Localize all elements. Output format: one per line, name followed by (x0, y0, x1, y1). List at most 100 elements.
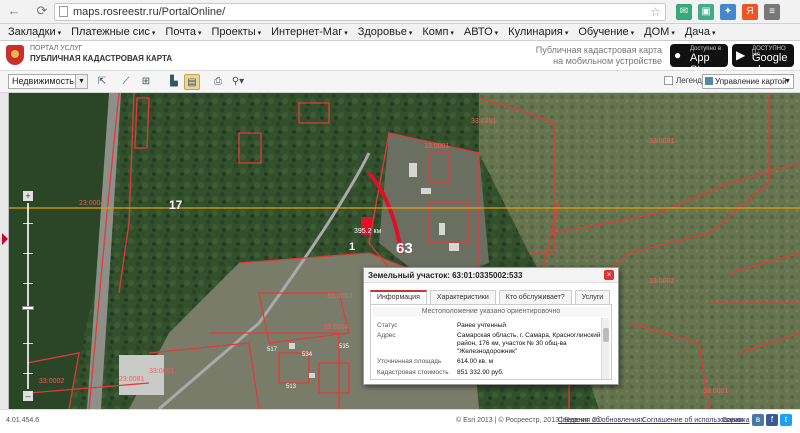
bookmark-folder[interactable]: Закладки ▾ (8, 26, 61, 38)
map-label: 33:0002 (649, 278, 674, 285)
bookmark-folder[interactable]: Кулинария ▾ (508, 26, 568, 38)
ruler-tool-icon[interactable]: ▙ (166, 74, 182, 90)
info-value: 851 332.90 руб. (457, 369, 504, 376)
bookmark-label: Здоровье (357, 26, 407, 38)
close-icon[interactable]: × (604, 270, 614, 280)
zoom-out-button[interactable]: – (23, 391, 33, 401)
map-label: 33:0003 (327, 293, 352, 300)
map-label: 517 (267, 347, 278, 353)
twitter-icon[interactable]: t (780, 414, 792, 426)
select-tool-icon[interactable]: ⇱ (94, 74, 110, 90)
identify-tool-icon[interactable]: ⊞ (138, 74, 154, 90)
map-label: 33:0001 (149, 368, 174, 375)
link-icon[interactable]: ⚲▾ (230, 74, 246, 90)
chevron-down-icon: ▾ (344, 30, 348, 37)
mobile-promo-line: на мобильном устройстве (553, 56, 662, 66)
parcel-info-popup: Земельный участок: 63:01:0335002:533 × И… (363, 267, 619, 385)
scroll-thumb[interactable] (603, 328, 609, 342)
bookmark-folder[interactable]: Здоровье ▾ (358, 26, 413, 38)
bookmark-label: Почта (165, 26, 196, 38)
zoom-track[interactable] (23, 203, 33, 389)
legend-toggle[interactable]: Легенда (664, 76, 706, 86)
mobile-promo-line: Публичная кадастровая карта (535, 45, 662, 55)
info-tool-icon[interactable]: ▤ (184, 74, 200, 90)
footer: 4.01.454.6 © Esri 2013 | © Росреестр, 20… (0, 409, 800, 433)
bookmark-folder[interactable]: Интернет-Маг ▾ (271, 26, 348, 38)
portal-title[interactable]: ПУБЛИЧНАЯ КАДАСТРОВАЯ КАРТА (30, 54, 172, 63)
google-play-button[interactable]: ▶ ДОСТУПНО НА Google play (732, 44, 794, 76)
bookmark-folder[interactable]: Комп ▾ (422, 26, 454, 38)
map-label: 33:0091 (649, 138, 674, 145)
map-control-select[interactable]: Управление картой ▼ (702, 74, 794, 89)
map-label: 395.2 км (354, 228, 382, 235)
app-store-button[interactable]: ● Доступно в App Store (670, 44, 728, 76)
coat-of-arms-logo (6, 45, 24, 65)
info-value: 614.00 кв. м (457, 358, 494, 365)
print-icon[interactable]: ⎙ (210, 74, 226, 90)
bookmark-folder[interactable]: ДОМ ▾ (644, 26, 675, 38)
zoom-thumb[interactable] (22, 306, 34, 310)
side-panel-toggle[interactable] (0, 93, 9, 409)
bookmark-folder[interactable]: Почта ▾ (165, 26, 201, 38)
bookmark-label: Проекты (211, 26, 256, 38)
chevron-down-icon: ▾ (630, 30, 635, 37)
chevron-down-icon: ▾ (712, 30, 716, 37)
vk-icon[interactable]: в (752, 414, 764, 426)
layer-select[interactable]: Недвижимость ▼ (8, 74, 88, 89)
info-key: Кадастровая стоимость (377, 369, 449, 376)
help-link[interactable]: Справка (722, 417, 749, 424)
zoom-slider[interactable]: + – (22, 191, 34, 401)
map-label: 33:0001 (424, 143, 449, 150)
bookmark-star-icon[interactable]: ☆ (650, 4, 661, 20)
bookmark-label: Платежные сис (71, 26, 150, 38)
map-icon (705, 77, 713, 85)
extension-icon[interactable]: ✦ (720, 4, 736, 20)
map-label: 33:0004 (323, 324, 348, 331)
apple-icon: ● (674, 48, 682, 62)
zoom-tick (23, 373, 33, 374)
tab-service[interactable]: Кто обслуживает? (498, 290, 572, 304)
mobile-promo: Публичная кадастровая карта на мобильном… (530, 45, 662, 67)
info-key: Уточненная площадь (377, 358, 442, 365)
bookmark-label: Комп (422, 26, 449, 38)
bookmark-folder[interactable]: Проекты ▾ (211, 26, 261, 38)
tab-characteristics[interactable]: Характеристики (429, 290, 496, 304)
updates-link[interactable]: Сведения об обновлениях (558, 417, 644, 424)
bookmark-folder[interactable]: Обучение ▾ (578, 26, 634, 38)
tab-info[interactable]: Информация (370, 290, 427, 304)
menu-icon[interactable]: ≡ (764, 4, 780, 20)
portal-header: ПОРТАЛ УСЛУГ ПУБЛИЧНАЯ КАДАСТРОВАЯ КАРТА… (0, 41, 800, 76)
bookmarks-bar: Закладки ▾ Платежные сис ▾ Почта ▾ Проекты ▾ Инт… (0, 24, 800, 41)
popup-title: Земельный участок: 63:01:0335002:533 (364, 268, 618, 283)
popup-scrollbar[interactable] (601, 318, 609, 379)
bookmark-folder[interactable]: Дача ▾ (685, 26, 716, 38)
chevron-down-icon: ▾ (197, 30, 202, 37)
map-label: 534 (302, 352, 313, 358)
back-arrow-icon[interactable]: ← (6, 3, 22, 19)
map-label: 1 (349, 241, 355, 253)
info-key: Адрес (377, 332, 396, 339)
map-control-label: Управление картой (715, 77, 787, 86)
bookmark-label: Кулинария (508, 26, 563, 38)
zoom-tick (23, 253, 33, 254)
bookmark-folder[interactable]: Платежные сис ▾ (71, 26, 155, 38)
extension-icon[interactable]: ✉ (676, 4, 692, 20)
map-label: 63 (396, 240, 413, 257)
map-label: 23:0004 (79, 200, 104, 207)
bookmark-label: Закладки (8, 26, 56, 38)
tab-services[interactable]: Услуги (574, 290, 611, 304)
zoom-in-button[interactable]: + (23, 191, 33, 201)
facebook-icon[interactable]: f (766, 414, 778, 426)
info-key: Статус (377, 322, 398, 329)
popup-content: Местоположение указано ориентировочно Ст… (370, 304, 612, 380)
extension-icon[interactable]: Я (742, 4, 758, 20)
map-label: 23:0081 (119, 376, 144, 383)
measure-tool-icon[interactable]: ⟋ (118, 74, 134, 90)
extension-icon[interactable]: ▣ (698, 4, 714, 20)
legend-checkbox[interactable] (664, 76, 673, 86)
chevron-down-icon: ▾ (671, 30, 675, 37)
address-bar[interactable]: maps.rosreestr.ru/PortalOnline/ ☆ (54, 3, 666, 21)
bookmark-folder[interactable]: АВТО ▾ (464, 26, 498, 38)
reload-icon[interactable]: ⟳ (34, 3, 50, 19)
zoom-tick (23, 223, 33, 224)
